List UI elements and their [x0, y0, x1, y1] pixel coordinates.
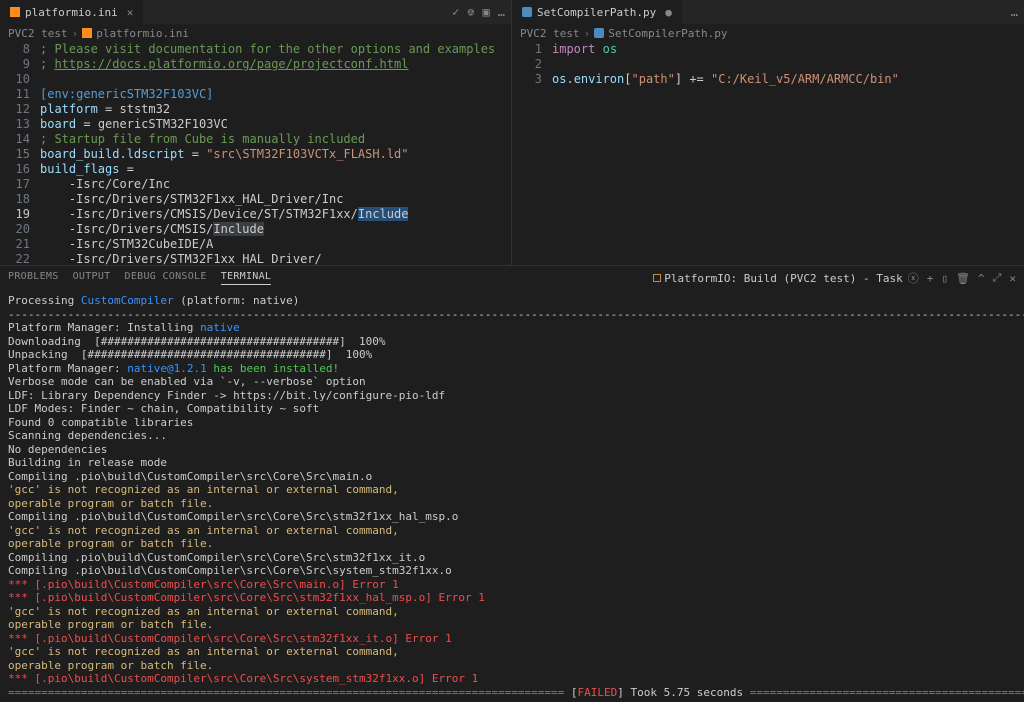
chevron-right-icon: ›: [72, 27, 79, 40]
tab-label: SetCompilerPath.py: [537, 6, 656, 19]
tab-debug-console[interactable]: DEBUG CONSOLE: [125, 271, 207, 285]
breadcrumb-root[interactable]: PVC2 test: [520, 27, 580, 40]
python-icon: [522, 7, 532, 17]
tab-terminal[interactable]: TERMINAL: [221, 271, 272, 285]
breadcrumb-file[interactable]: platformio.ini: [96, 27, 189, 40]
terminal-output[interactable]: Processing CustomCompiler (platform: nat…: [0, 290, 1024, 702]
action-icon[interactable]: ⎊: [467, 5, 474, 19]
task-icon: [653, 274, 661, 282]
tab-platformio-ini[interactable]: platformio.ini ✕: [0, 0, 144, 24]
platformio-icon: [82, 28, 92, 38]
editor-group-right: SetCompilerPath.py ● … PVC2 test › SetCo…: [512, 0, 1024, 265]
python-icon: [594, 28, 604, 38]
breadcrumb-file[interactable]: SetCompilerPath.py: [608, 27, 727, 40]
close-panel-icon[interactable]: ✕: [1009, 272, 1016, 285]
code-editor-left[interactable]: 891011121314151617181920212223242526 ; P…: [0, 42, 511, 265]
tab-label: platformio.ini: [25, 6, 118, 19]
code-editor-right[interactable]: 123 import osos.environ["path"] += "C:/K…: [512, 42, 1024, 265]
code-content[interactable]: import osos.environ["path"] += "C:/Keil_…: [552, 42, 1024, 265]
check-icon[interactable]: ✓: [452, 5, 459, 19]
panel-tabs: PROBLEMS OUTPUT DEBUG CONSOLE TERMINAL P…: [0, 266, 1024, 290]
code-content[interactable]: ; Please visit documentation for the oth…: [40, 42, 511, 265]
task-badge[interactable]: PlatformIO: Build (PVC2 test) - Task ⓧ: [653, 270, 918, 286]
bottom-panel: PROBLEMS OUTPUT DEBUG CONSOLE TERMINAL P…: [0, 265, 1024, 702]
editor-actions-right: …: [1011, 5, 1018, 19]
close-icon[interactable]: ⓧ: [908, 270, 919, 286]
chevron-up-icon[interactable]: ^: [978, 272, 985, 285]
split-terminal-icon[interactable]: ▯: [941, 272, 948, 285]
panel-actions: PlatformIO: Build (PVC2 test) - Task ⓧ +…: [653, 270, 1016, 286]
platformio-icon: [10, 7, 20, 17]
tab-bar-right: SetCompilerPath.py ● …: [512, 0, 1024, 24]
editor-actions-left: ✓ ⎊ ▣ …: [452, 5, 505, 19]
tab-bar-left: platformio.ini ✕ ✓ ⎊ ▣ …: [0, 0, 511, 24]
breadcrumb-root[interactable]: PVC2 test: [8, 27, 68, 40]
tab-problems[interactable]: PROBLEMS: [8, 271, 59, 285]
tab-output[interactable]: OUTPUT: [73, 271, 111, 285]
plus-icon[interactable]: +: [927, 272, 934, 285]
more-icon[interactable]: …: [1011, 5, 1018, 19]
close-icon[interactable]: ✕: [127, 6, 134, 19]
editor-group-left: platformio.ini ✕ ✓ ⎊ ▣ … PVC2 test › pla…: [0, 0, 512, 265]
task-label: PlatformIO: Build (PVC2 test) - Task: [664, 272, 902, 285]
gutter: 123: [512, 42, 552, 265]
trash-icon[interactable]: 🗑: [956, 272, 970, 285]
maximize-icon[interactable]: ⤢: [993, 271, 1002, 285]
gutter: 891011121314151617181920212223242526: [0, 42, 40, 265]
breadcrumb-left[interactable]: PVC2 test › platformio.ini: [0, 24, 511, 42]
tab-setcompilerpath-py[interactable]: SetCompilerPath.py ●: [512, 0, 683, 24]
modified-dot-icon[interactable]: ●: [665, 6, 672, 19]
breadcrumb-right[interactable]: PVC2 test › SetCompilerPath.py: [512, 24, 1024, 42]
split-editor-icon[interactable]: ▣: [483, 5, 490, 19]
chevron-right-icon: ›: [584, 27, 591, 40]
more-icon[interactable]: …: [498, 5, 505, 19]
